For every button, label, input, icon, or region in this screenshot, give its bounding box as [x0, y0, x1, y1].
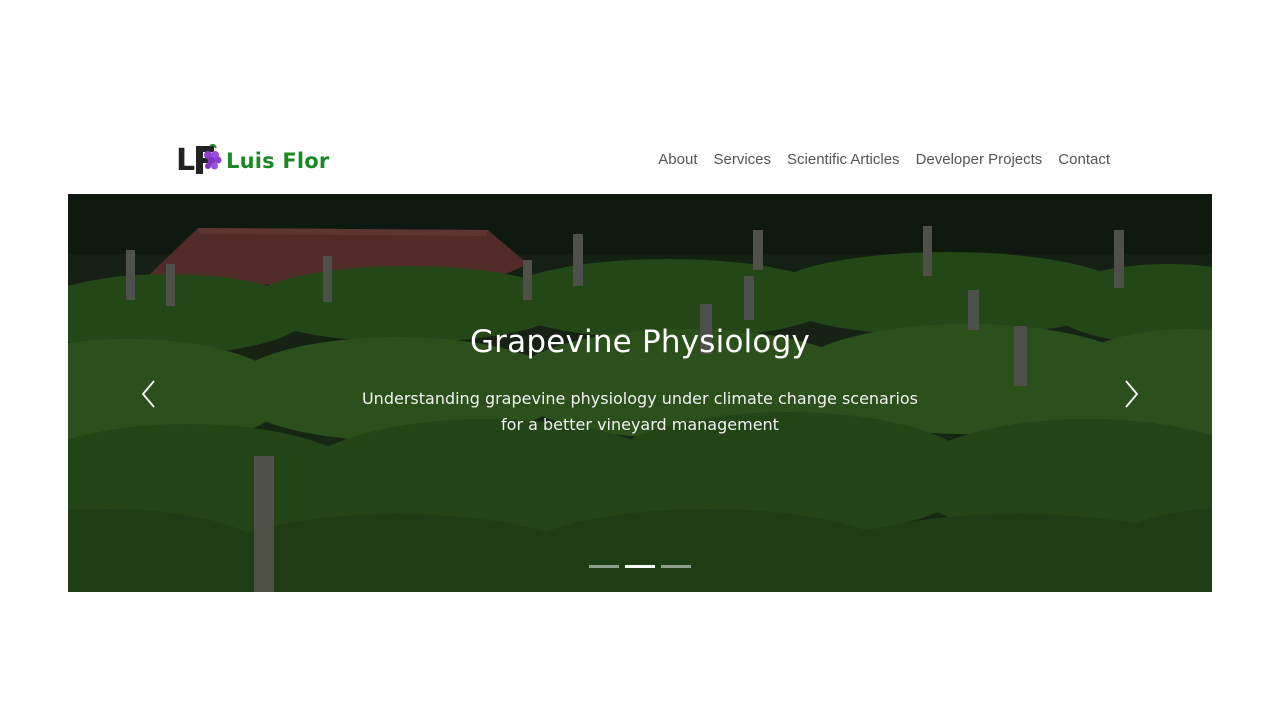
nav-link-about[interactable]: About — [658, 151, 697, 168]
main-nav: About Services Scientific Articles Devel… — [658, 151, 1110, 168]
nav-link-scientific-articles[interactable]: Scientific Articles — [787, 151, 900, 168]
slide-title: Grapevine Physiology — [469, 324, 811, 360]
logo-letter-l: L — [176, 143, 196, 178]
brand-link[interactable]: L Luis Flor — [176, 144, 329, 178]
carousel-indicator-1[interactable] — [589, 565, 619, 568]
page: L Luis Flor About Services Scientific Ar… — [0, 0, 1280, 720]
chevron-right-icon — [1125, 380, 1139, 408]
nav-link-contact[interactable]: Contact — [1058, 151, 1110, 168]
slide-description: Understanding grapevine physiology under… — [361, 389, 919, 434]
navbar: L Luis Flor About Services Scientific Ar… — [68, 128, 1212, 194]
carousel-prev-button[interactable] — [129, 372, 169, 416]
chevron-left-icon — [141, 380, 155, 408]
slide-caption: Grapevine Physiology Understanding grape… — [68, 324, 1212, 438]
nav-link-services[interactable]: Services — [713, 151, 771, 168]
brand-name: Luis Flor — [226, 149, 330, 173]
carousel-indicators — [68, 565, 1212, 568]
logo: L — [176, 144, 222, 178]
carousel-indicator-2[interactable] — [625, 565, 655, 568]
hero-carousel: Grapevine Physiology Understanding grape… — [68, 194, 1212, 592]
carousel-next-button[interactable] — [1111, 372, 1151, 416]
grape-icon — [196, 144, 222, 174]
carousel-indicator-3[interactable] — [661, 565, 691, 568]
nav-link-developer-projects[interactable]: Developer Projects — [916, 151, 1043, 168]
